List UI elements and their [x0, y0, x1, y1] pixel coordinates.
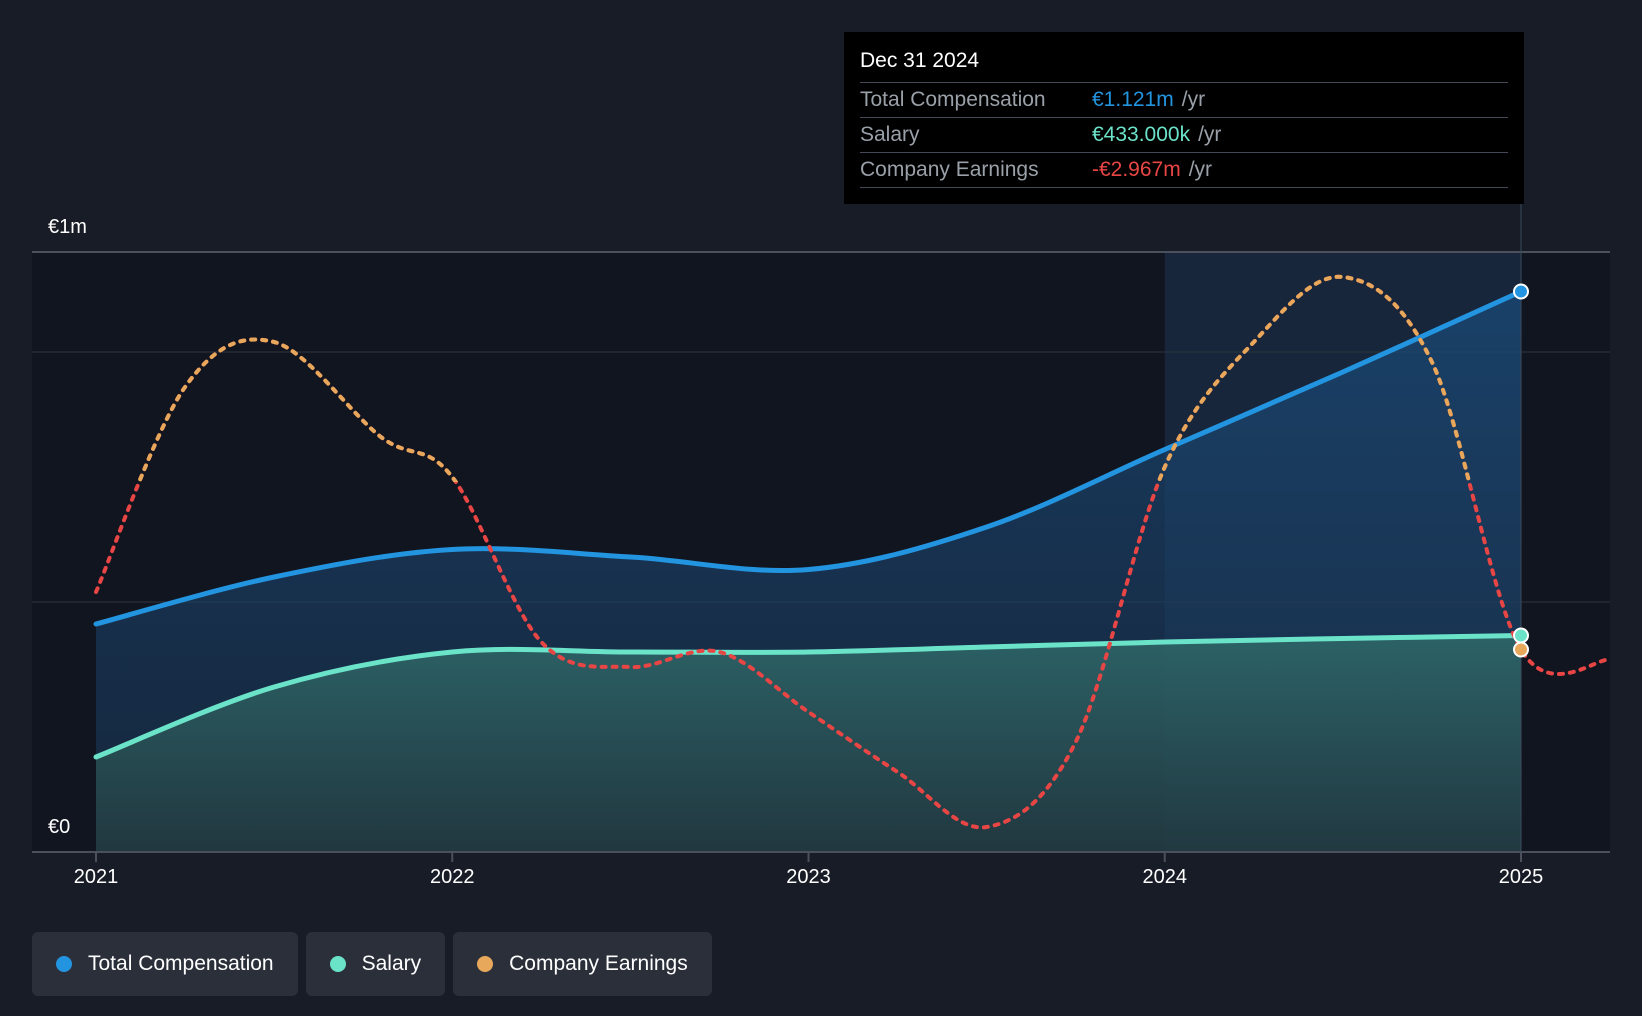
legend-dot-icon	[56, 956, 72, 972]
company-earnings-point[interactable]	[1513, 641, 1529, 658]
tooltip-value: €1.121m	[1092, 88, 1174, 111]
tooltip-unit: /yr	[1198, 123, 1222, 146]
legend-label: Total Compensation	[88, 952, 274, 975]
legend-label: Salary	[361, 952, 422, 975]
tooltip-value: -€2.967m	[1092, 158, 1181, 181]
tooltip-row-total-compensation: Total Compensation €1.121m /yr	[860, 83, 1508, 118]
legend-item-total-compensation[interactable]: Total Compensation	[32, 932, 298, 996]
y-axis-top-label: €1m	[48, 216, 87, 238]
x-tick-label: 2024	[1142, 866, 1188, 888]
tooltip-unit: /yr	[1181, 88, 1206, 111]
total-compensation-point[interactable]	[1513, 283, 1529, 300]
x-tick-label: 2021	[73, 866, 119, 888]
legend-dot-icon	[477, 956, 494, 972]
tooltip-label: Company Earnings	[860, 158, 1039, 181]
tooltip-row-company-earnings: Company Earnings -€2.967m /yr	[860, 153, 1508, 188]
legend-item-company-earnings[interactable]: Company Earnings	[453, 932, 712, 996]
tooltip-date: Dec 31 2024	[860, 46, 1508, 83]
x-tick-label: 2022	[430, 866, 475, 888]
salary-point[interactable]	[1513, 627, 1529, 644]
legend-dot-icon	[329, 956, 346, 972]
tooltip-label: Total Compensation	[860, 88, 1046, 111]
x-axis-ticks	[95, 852, 1522, 862]
tooltip-value: €433.000k	[1092, 123, 1191, 146]
tooltip-unit: /yr	[1188, 158, 1213, 181]
tooltip-label: Salary	[860, 123, 920, 146]
y-axis-bottom-label: €0	[48, 816, 71, 838]
legend-label: Company Earnings	[509, 952, 688, 975]
x-tick-label: 2023	[786, 866, 831, 888]
legend: Total Compensation Salary Company Earnin…	[32, 932, 712, 996]
tooltip: Dec 31 2024 Total Compensation €1.121m /…	[844, 32, 1524, 204]
x-tick-label: 2025	[1498, 866, 1544, 888]
tooltip-row-salary: Salary €433.000k /yr	[860, 118, 1508, 153]
legend-item-salary[interactable]: Salary	[305, 932, 446, 996]
